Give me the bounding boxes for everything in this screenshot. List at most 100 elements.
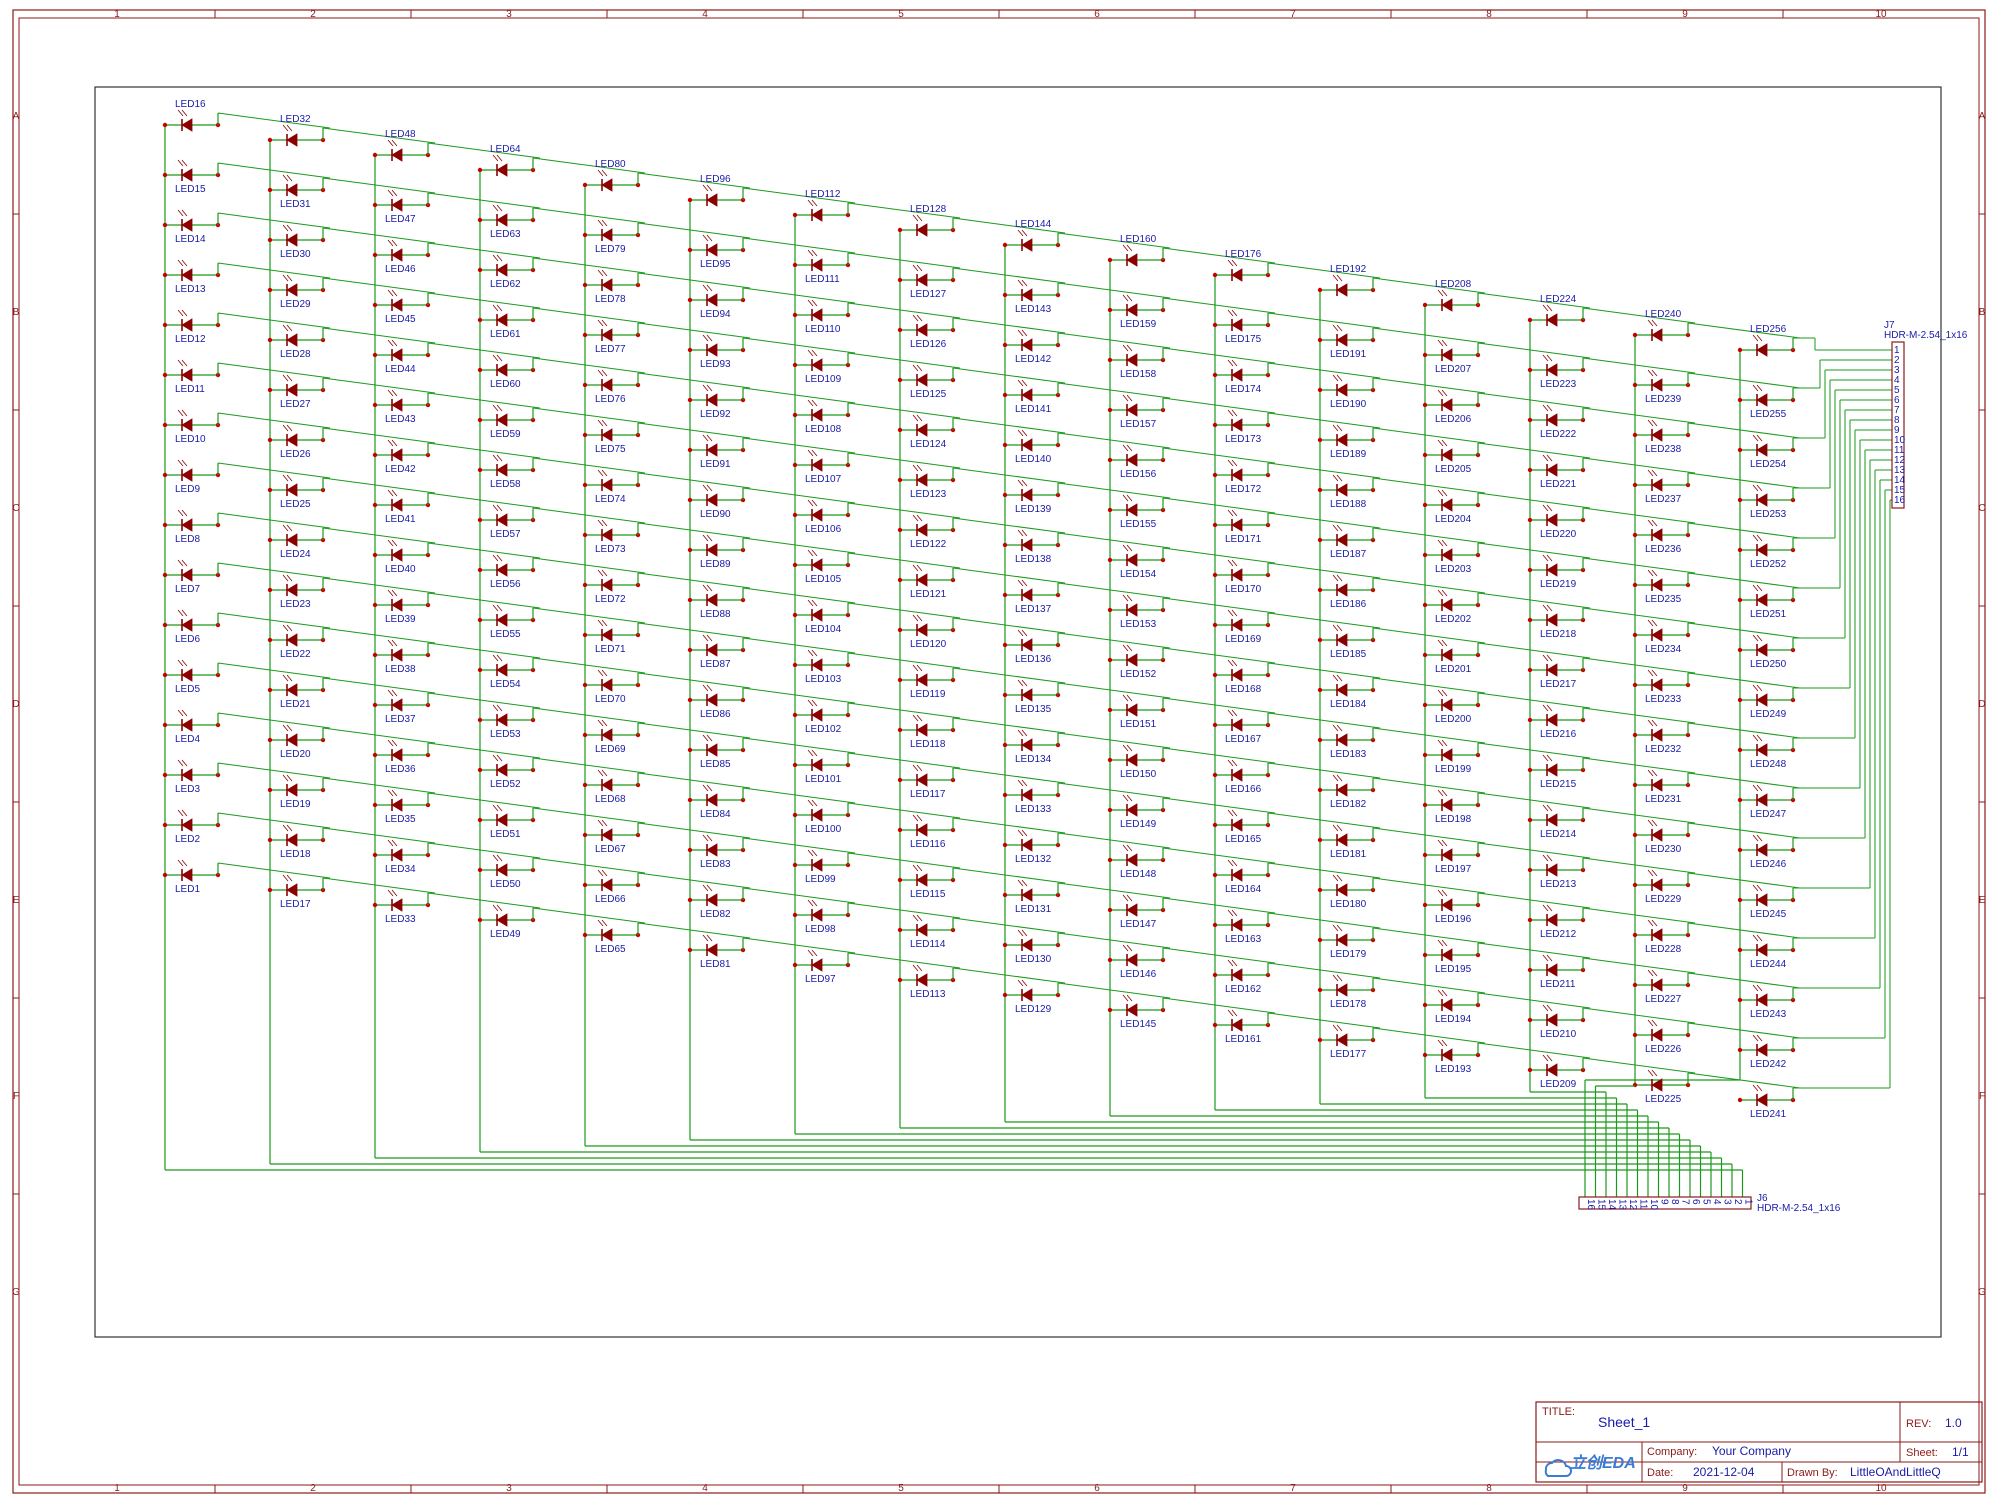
row-link	[952, 867, 1066, 884]
led-body	[286, 683, 298, 697]
led-label: LED159	[1120, 319, 1157, 330]
led75-symbol	[597, 419, 613, 442]
junction-dot	[477, 217, 483, 223]
led-label: LED240	[1645, 309, 1682, 320]
led224-symbol	[1542, 304, 1558, 327]
led-body	[391, 548, 403, 562]
led-label: LED199	[1435, 764, 1472, 775]
row-link	[427, 342, 541, 359]
row-link	[952, 367, 1066, 384]
junction-dot	[1527, 617, 1533, 623]
junction-dot	[1422, 702, 1428, 708]
row-link	[1477, 542, 1591, 559]
row-link	[1582, 707, 1696, 724]
led83-symbol	[702, 834, 718, 857]
led-body	[1546, 913, 1558, 927]
junction-dot	[792, 762, 798, 768]
row-link	[1372, 877, 1486, 894]
led-label: LED146	[1120, 969, 1157, 980]
junction-dot	[267, 137, 273, 143]
led-body	[286, 483, 298, 497]
led53-symbol	[492, 704, 508, 727]
led-label: LED109	[805, 374, 842, 385]
row-link	[322, 477, 436, 494]
led-label: LED228	[1645, 944, 1682, 955]
led157-symbol	[1122, 394, 1138, 417]
row-link	[532, 207, 646, 224]
junction-dot	[792, 912, 798, 918]
led-label: LED151	[1120, 719, 1157, 730]
row-link	[1582, 507, 1696, 524]
row-link	[1162, 797, 1276, 814]
j6-pin-label: 8	[1669, 1199, 1680, 1205]
led230-symbol	[1647, 819, 1663, 842]
led-label: LED15	[175, 184, 206, 195]
led-label: LED83	[700, 859, 731, 870]
led203-symbol	[1437, 539, 1453, 562]
led-label: LED119	[910, 689, 946, 700]
j7-footprint: HDR-M-2.54_1x16	[1884, 330, 1968, 341]
led-label: LED7	[175, 584, 200, 595]
led-body	[1021, 838, 1033, 852]
led-body	[181, 568, 193, 582]
led-label: LED78	[595, 294, 626, 305]
led-label: LED147	[1120, 919, 1157, 930]
row-link	[1687, 522, 1801, 539]
junction-dot	[1422, 752, 1428, 758]
led33-symbol	[387, 889, 403, 912]
junction-dot	[1632, 532, 1638, 538]
junction-dot	[1422, 602, 1428, 608]
row-link	[532, 857, 646, 874]
led-label: LED129	[1015, 1004, 1052, 1015]
row-link	[847, 502, 961, 519]
row-link	[952, 817, 1066, 834]
led240-symbol	[1647, 319, 1663, 342]
led-body	[181, 368, 193, 382]
row-link	[1582, 907, 1696, 924]
zone-label-y: G	[12, 1287, 20, 1298]
led85-symbol	[702, 734, 718, 757]
junction-dot	[582, 732, 588, 738]
led-body	[1441, 698, 1453, 712]
junction-dot	[267, 437, 273, 443]
led-body	[811, 558, 823, 572]
led238-symbol	[1647, 419, 1663, 442]
row-link	[952, 667, 1066, 684]
led227-symbol	[1647, 969, 1663, 992]
led153-symbol	[1122, 594, 1138, 617]
led-label: LED222	[1540, 429, 1577, 440]
led128-symbol	[912, 214, 928, 237]
junction-dot	[372, 652, 378, 658]
row-link	[637, 872, 751, 889]
led-body	[496, 313, 508, 327]
led152-symbol	[1122, 644, 1138, 667]
led-label: LED178	[1330, 999, 1367, 1010]
led69-symbol	[597, 719, 613, 742]
led226-symbol	[1647, 1019, 1663, 1042]
led-body	[916, 273, 928, 287]
led-body	[1441, 798, 1453, 812]
led216-symbol	[1542, 704, 1558, 727]
junction-dot	[792, 612, 798, 618]
led-label: LED208	[1435, 279, 1472, 290]
led47-symbol	[387, 189, 403, 212]
led109-symbol	[807, 349, 823, 372]
led146-symbol	[1122, 944, 1138, 967]
led-body	[1126, 453, 1138, 467]
led176-symbol	[1227, 259, 1243, 282]
junction-dot	[897, 677, 903, 683]
junction-dot	[267, 587, 273, 593]
row-link	[1582, 607, 1696, 624]
led-label: LED192	[1330, 264, 1367, 275]
row-link	[322, 677, 436, 694]
led-body	[1546, 413, 1558, 427]
led9-symbol	[177, 459, 193, 482]
led182-symbol	[1332, 774, 1348, 797]
led-label: LED23	[280, 599, 311, 610]
row-link	[322, 277, 436, 294]
zone-label-x: 10	[1875, 9, 1887, 20]
led118-symbol	[912, 714, 928, 737]
row-link	[532, 807, 646, 824]
row-link	[952, 717, 1066, 734]
led-label: LED87	[700, 659, 731, 670]
